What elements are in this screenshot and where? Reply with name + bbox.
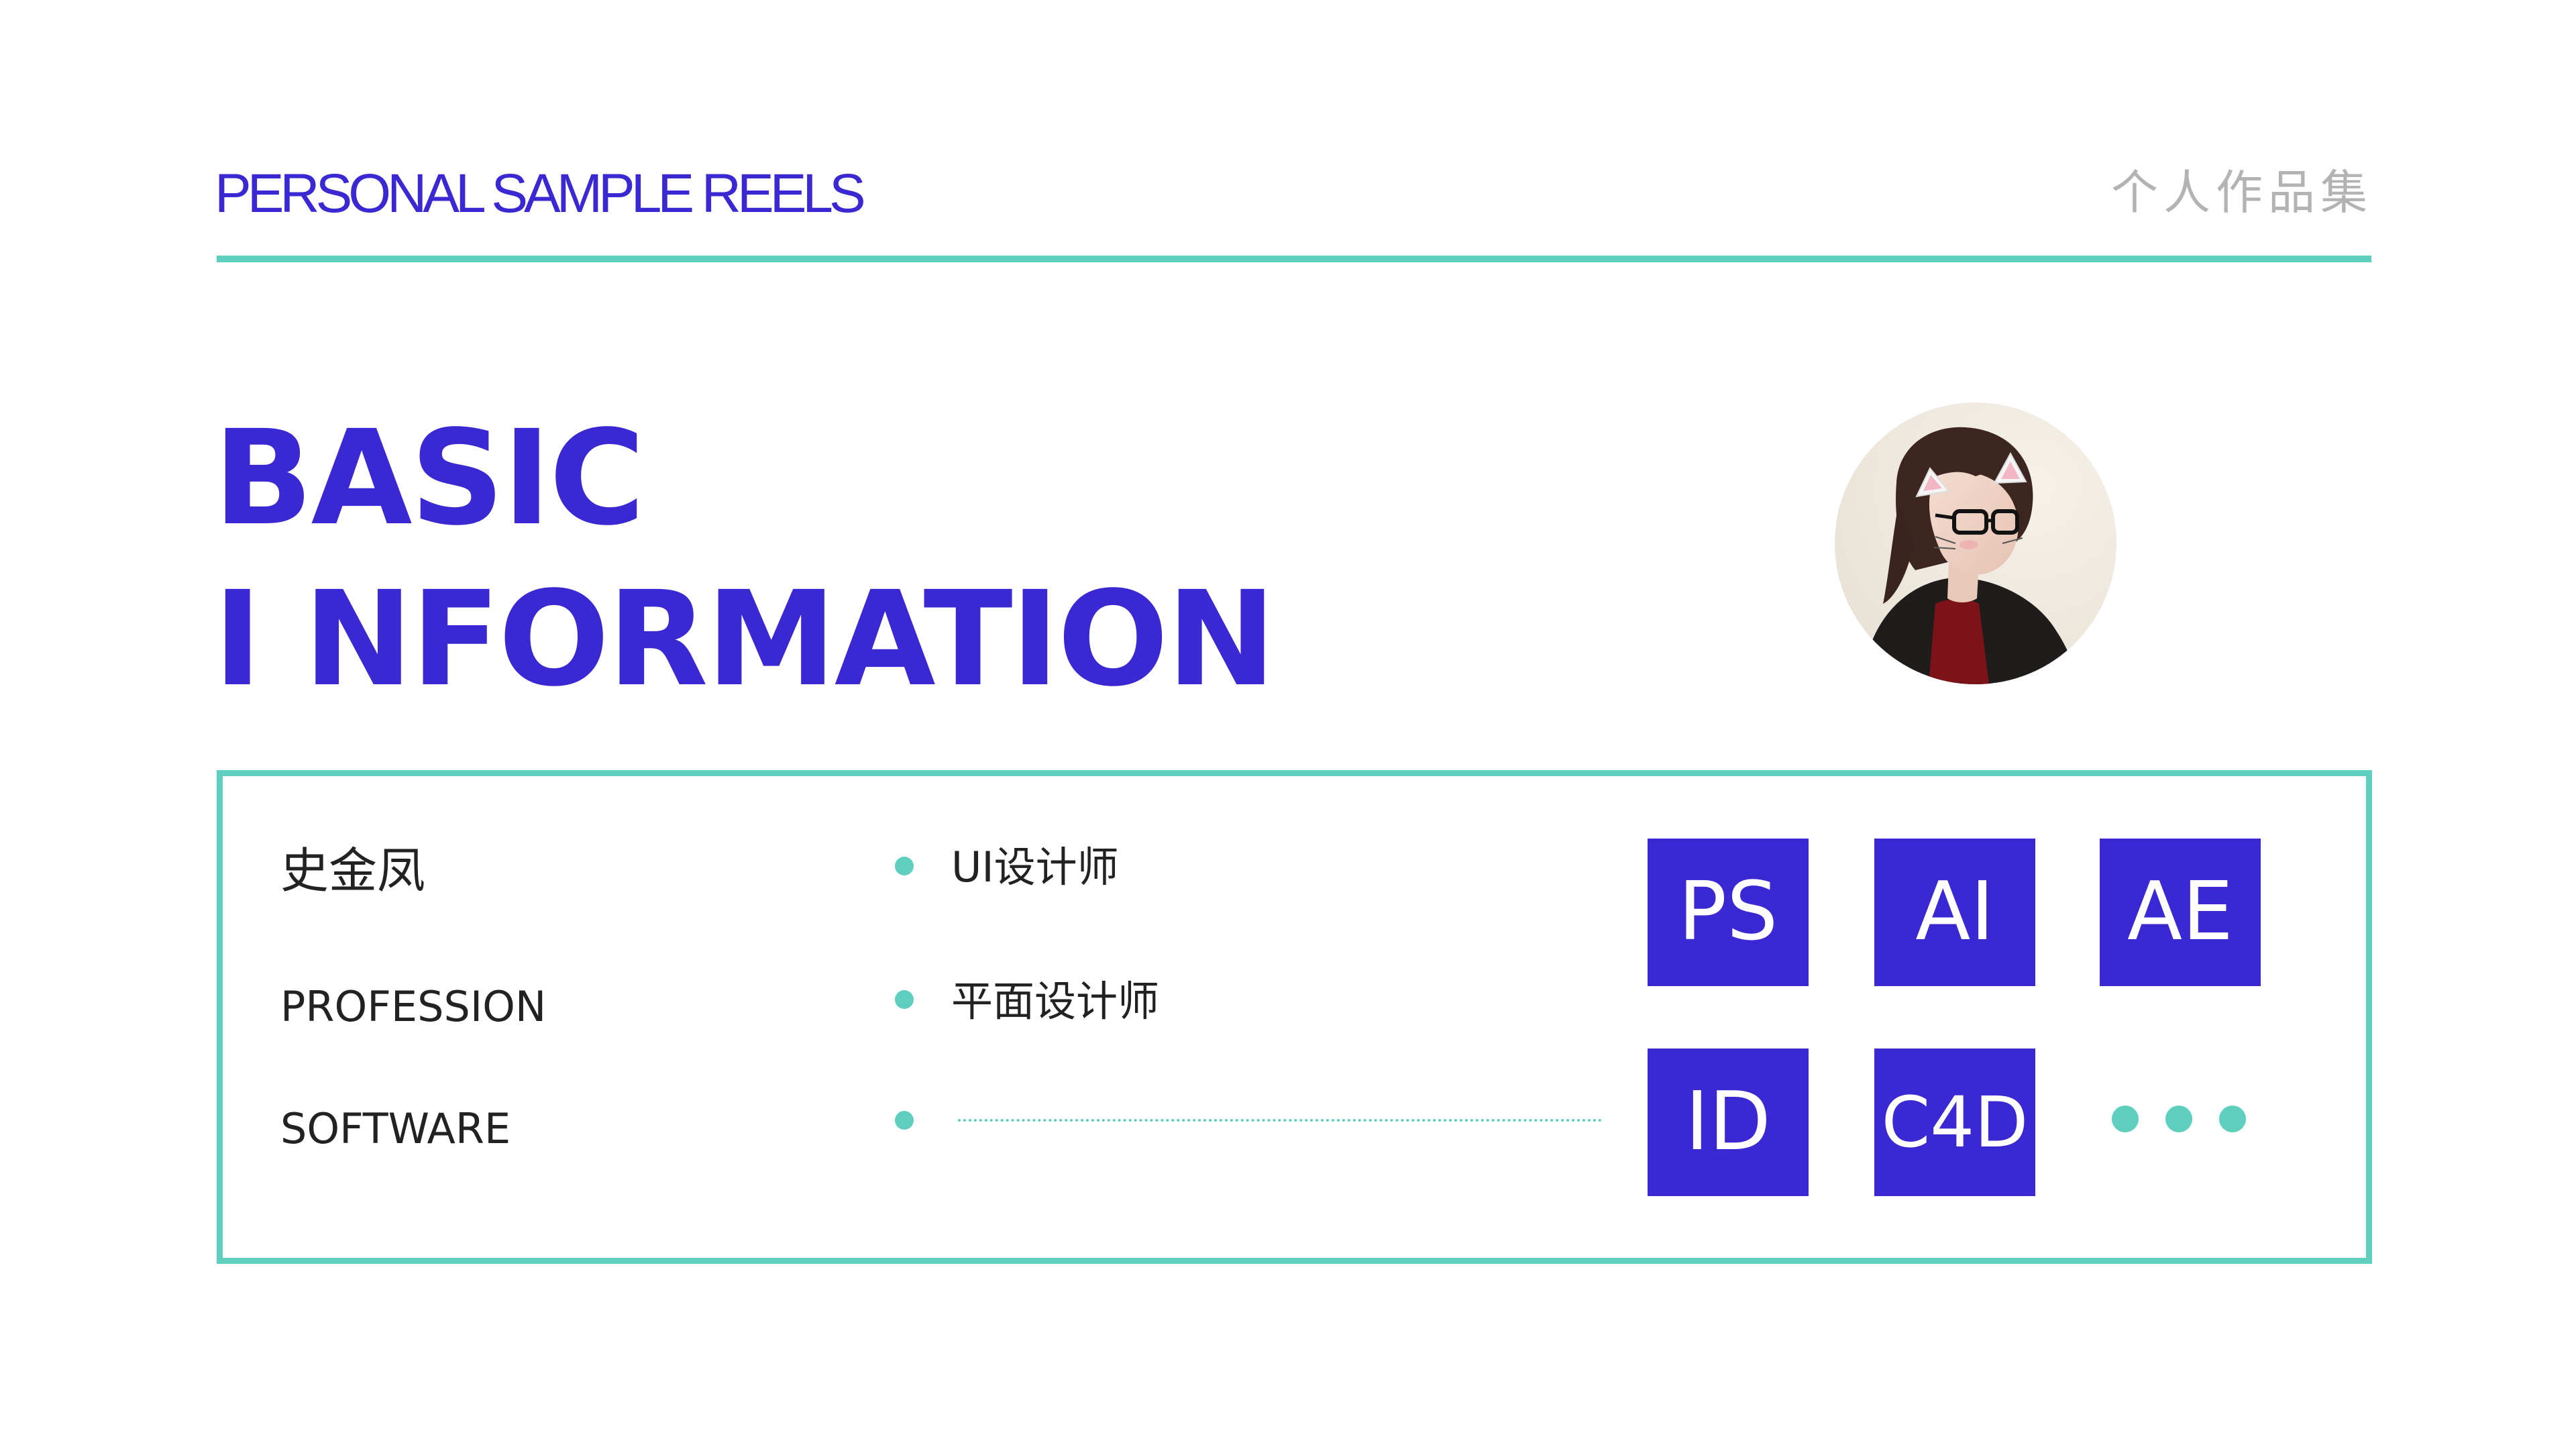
- bullet-dot: [895, 1111, 914, 1130]
- hero-title-line-2: I NFORMATION: [213, 563, 1276, 715]
- role-ui-designer: UI设计师: [951, 843, 1119, 892]
- ellipsis-dot: [2165, 1106, 2192, 1132]
- software-tile-id: ID: [1648, 1049, 1809, 1196]
- ellipsis-dot: [2112, 1106, 2139, 1132]
- role-graphic-designer: 平面设计师: [951, 977, 1160, 1026]
- ellipsis-dots-icon: [2112, 1106, 2246, 1132]
- header-subtitle: 个人作品集: [2111, 165, 2373, 220]
- header-divider: [217, 256, 2371, 262]
- bullet-dot: [895, 857, 914, 875]
- software-tile-ps: PS: [1648, 839, 1809, 986]
- software-tile-ae: AE: [2100, 839, 2261, 986]
- software-tile-c4d: C4D: [1874, 1049, 2035, 1196]
- ellipsis-dot: [2219, 1106, 2246, 1132]
- name-text: 史金凤: [280, 843, 426, 899]
- profession-label: PROFESSION: [280, 982, 547, 1031]
- software-dotted-divider: [958, 1119, 1602, 1122]
- avatar: [1835, 402, 2116, 684]
- software-label: SOFTWARE: [280, 1104, 511, 1153]
- hero-title-line-1: BASIC: [213, 402, 645, 554]
- avatar-portrait-image: [1835, 402, 2116, 684]
- bullet-dot: [895, 990, 914, 1009]
- header-title: PERSONAL SAMPLE REELS: [215, 163, 866, 224]
- software-tile-ai: AI: [1874, 839, 2035, 986]
